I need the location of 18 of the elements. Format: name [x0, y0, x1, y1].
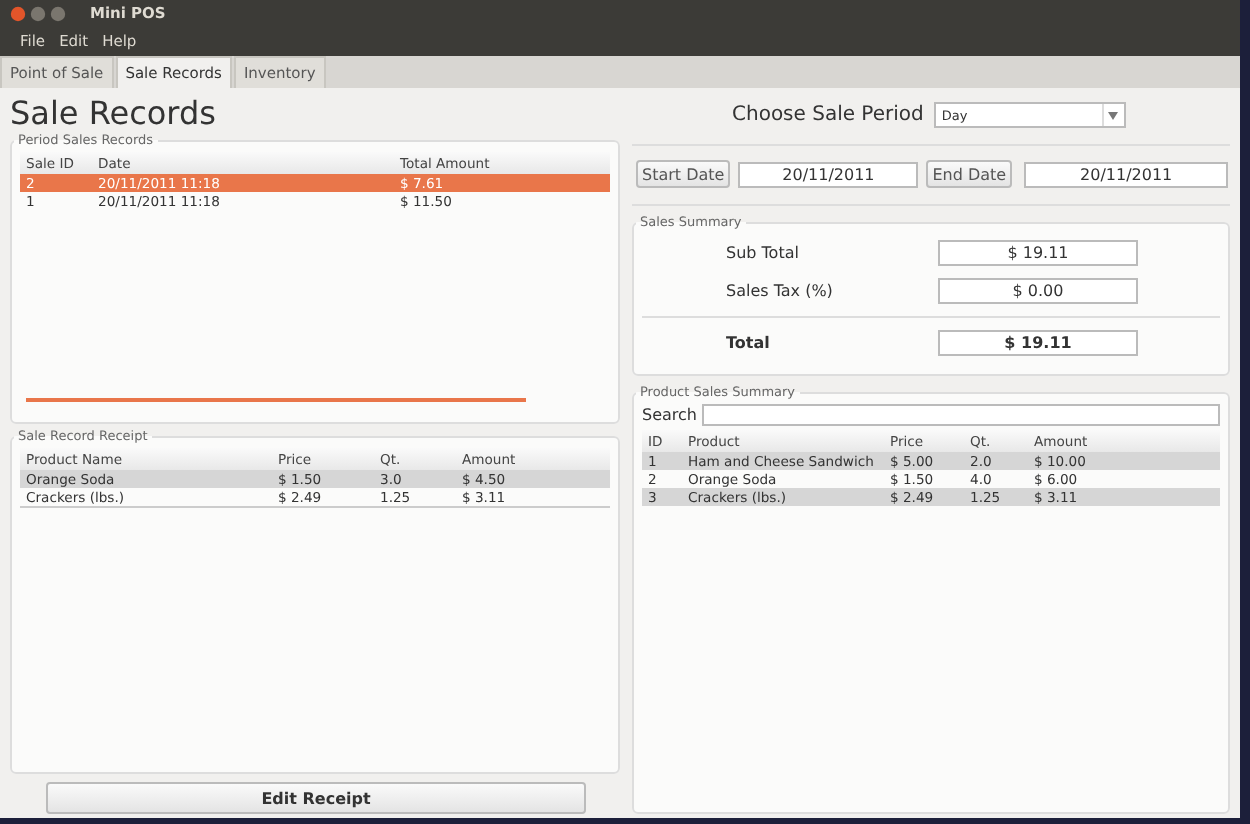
scrollbar[interactable] — [26, 398, 526, 402]
caret-icon — [1108, 111, 1119, 119]
end-date-button[interactable]: End Date — [926, 160, 1013, 188]
end-date-field[interactable]: 20/11/2011 — [1024, 161, 1229, 187]
edit-receipt-button[interactable]: Edit Receipt — [46, 782, 586, 814]
summary-label: Sales Tax (%) — [726, 282, 835, 300]
summary-value: $ 19.11 — [938, 330, 1138, 356]
search-label: Search — [642, 406, 697, 424]
summary-label: Sub Total — [726, 244, 801, 262]
period-label: Choose Sale Period — [732, 104, 924, 126]
start-date-field[interactable]: 20/11/2011 — [738, 161, 919, 187]
window-controls-icon[interactable] — [10, 5, 70, 21]
search-field[interactable] — [702, 404, 1220, 426]
start-date-button[interactable]: Start Date — [636, 160, 731, 188]
summary-value: $ 0.00 — [938, 278, 1138, 304]
summary-value: $ 19.11 — [938, 240, 1138, 266]
page-heading: Sale Records — [10, 94, 218, 132]
summary-label: Total — [726, 334, 772, 352]
